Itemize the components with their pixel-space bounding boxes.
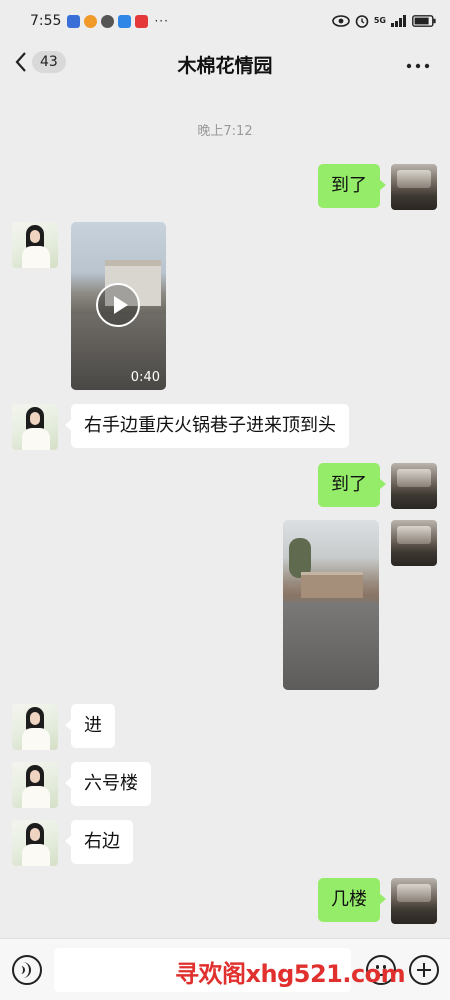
play-button[interactable] <box>96 283 140 327</box>
chat-header: 43 木棉花情园 <box>0 42 450 84</box>
battery-icon <box>412 15 436 27</box>
self-avatar[interactable] <box>391 463 437 509</box>
contact-avatar[interactable] <box>12 762 58 808</box>
message-bubble-contact[interactable]: 右边 <box>65 820 133 864</box>
message-bubble-self[interactable]: 到了 <box>318 164 386 208</box>
more-dots-icon <box>406 63 430 69</box>
unread-count-badge: 43 <box>32 51 66 73</box>
more-notifications-indicator: ··· <box>154 14 169 28</box>
store-app-icon <box>67 14 81 28</box>
more-options-button[interactable] <box>406 50 430 74</box>
watermark-text: 寻欢阁xhg521.com <box>175 960 406 988</box>
alarm-icon <box>355 15 369 28</box>
wechat-icon <box>101 14 115 28</box>
back-button[interactable]: 43 <box>14 51 66 73</box>
chevron-left-icon <box>15 52 26 72</box>
status-time: 7:55 <box>30 13 62 29</box>
voice-input-button[interactable] <box>12 955 42 985</box>
self-avatar[interactable] <box>391 878 437 924</box>
contact-avatar[interactable] <box>12 222 58 268</box>
video-app-icon <box>135 14 149 28</box>
contact-avatar[interactable] <box>12 704 58 750</box>
notification-icons: ··· <box>67 14 168 28</box>
message-timestamp: 晚上7:12 <box>197 124 253 139</box>
browser-icon <box>118 14 132 28</box>
signal-icon <box>391 15 406 27</box>
video-duration: 0:40 <box>130 370 160 385</box>
network-type-label: 5G <box>373 16 386 25</box>
self-avatar[interactable] <box>391 164 437 210</box>
status-bar: 7:55 ··· 5G <box>0 0 450 42</box>
contact-avatar[interactable] <box>12 404 58 450</box>
system-status-icons: 5G <box>332 14 436 28</box>
video-message[interactable]: 0:40 <box>71 222 166 390</box>
contact-avatar[interactable] <box>12 820 58 866</box>
message-bubble-contact[interactable]: 右手边重庆火锅巷子进来顶到头 <box>65 404 349 448</box>
weibo-icon <box>84 14 98 28</box>
image-message[interactable] <box>283 520 379 690</box>
message-bubble-self[interactable]: 到了 <box>318 463 386 507</box>
eye-icon <box>332 15 350 27</box>
photo-wall <box>301 572 363 598</box>
message-bubble-contact[interactable]: 六号楼 <box>65 762 151 806</box>
play-icon <box>114 296 128 314</box>
more-functions-button[interactable] <box>409 955 439 985</box>
message-bubble-contact[interactable]: 进 <box>65 704 115 748</box>
photo-ground <box>283 602 379 690</box>
self-avatar[interactable] <box>391 520 437 566</box>
message-bubble-self[interactable]: 几楼 <box>318 878 386 922</box>
chat-title: 木棉花情园 <box>177 55 273 77</box>
